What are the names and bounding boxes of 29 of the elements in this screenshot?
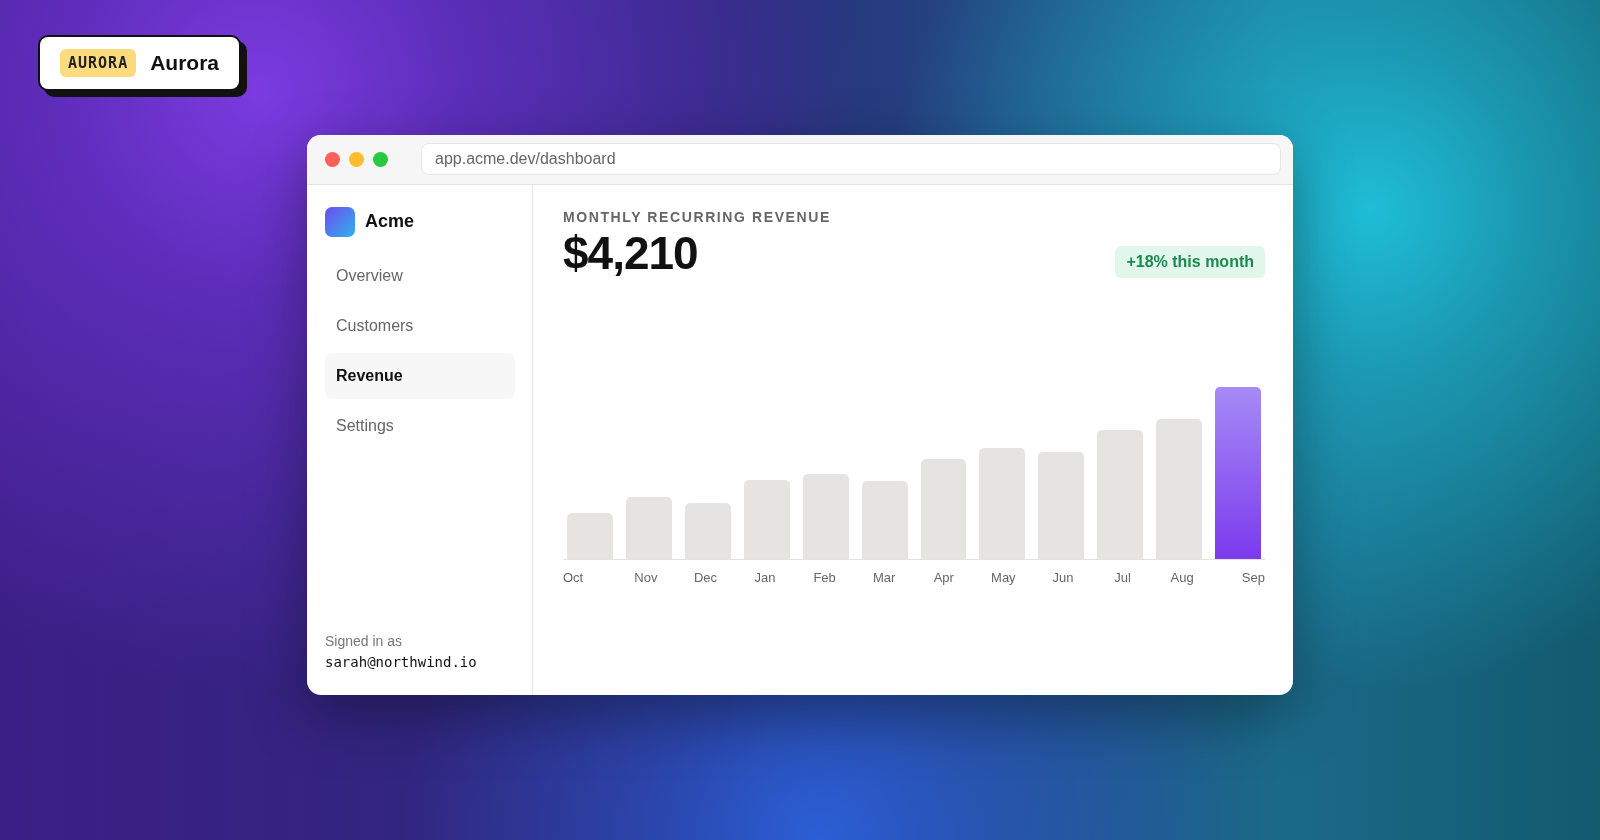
month-label: Jun <box>1051 569 1075 588</box>
nav-item[interactable]: Customers <box>325 302 515 349</box>
nav-item[interactable]: Settings <box>325 402 515 449</box>
nav-item[interactable]: Overview <box>325 252 515 299</box>
month-label: Mar <box>872 569 897 588</box>
month-label: Feb <box>812 569 837 588</box>
month-label: Apr <box>932 569 955 588</box>
month-label: Nov <box>633 569 659 588</box>
month-label: Sep <box>1240 569 1265 588</box>
theme-label: Aurora <box>150 50 220 76</box>
minimize-icon[interactable] <box>349 151 364 167</box>
metric-title: MONTHLY RECURRING REVENUE <box>563 207 832 227</box>
month-label: May <box>990 569 1017 588</box>
month-label: Dec <box>692 569 718 588</box>
theme-tag: AURORA <box>60 48 137 77</box>
close-icon[interactable] <box>325 151 340 167</box>
metric-value: $4,210 <box>563 227 698 279</box>
maximize-icon[interactable] <box>373 151 388 167</box>
brand-name: Acme <box>365 210 415 233</box>
nav-item[interactable]: Revenue <box>325 352 515 399</box>
logo-icon <box>325 206 355 237</box>
month-label: Jan <box>753 569 777 588</box>
address-bar[interactable]: app.acme.dev/dashboard <box>421 143 1281 175</box>
month-label: Aug <box>1169 569 1195 588</box>
month-label: Oct <box>563 569 585 588</box>
change-badge: +18% this month <box>1115 246 1265 279</box>
signed-in-label: Signed in as <box>325 631 404 651</box>
month-label: Jul <box>1113 569 1132 588</box>
user-email: sarah@northwind.io <box>325 652 478 672</box>
